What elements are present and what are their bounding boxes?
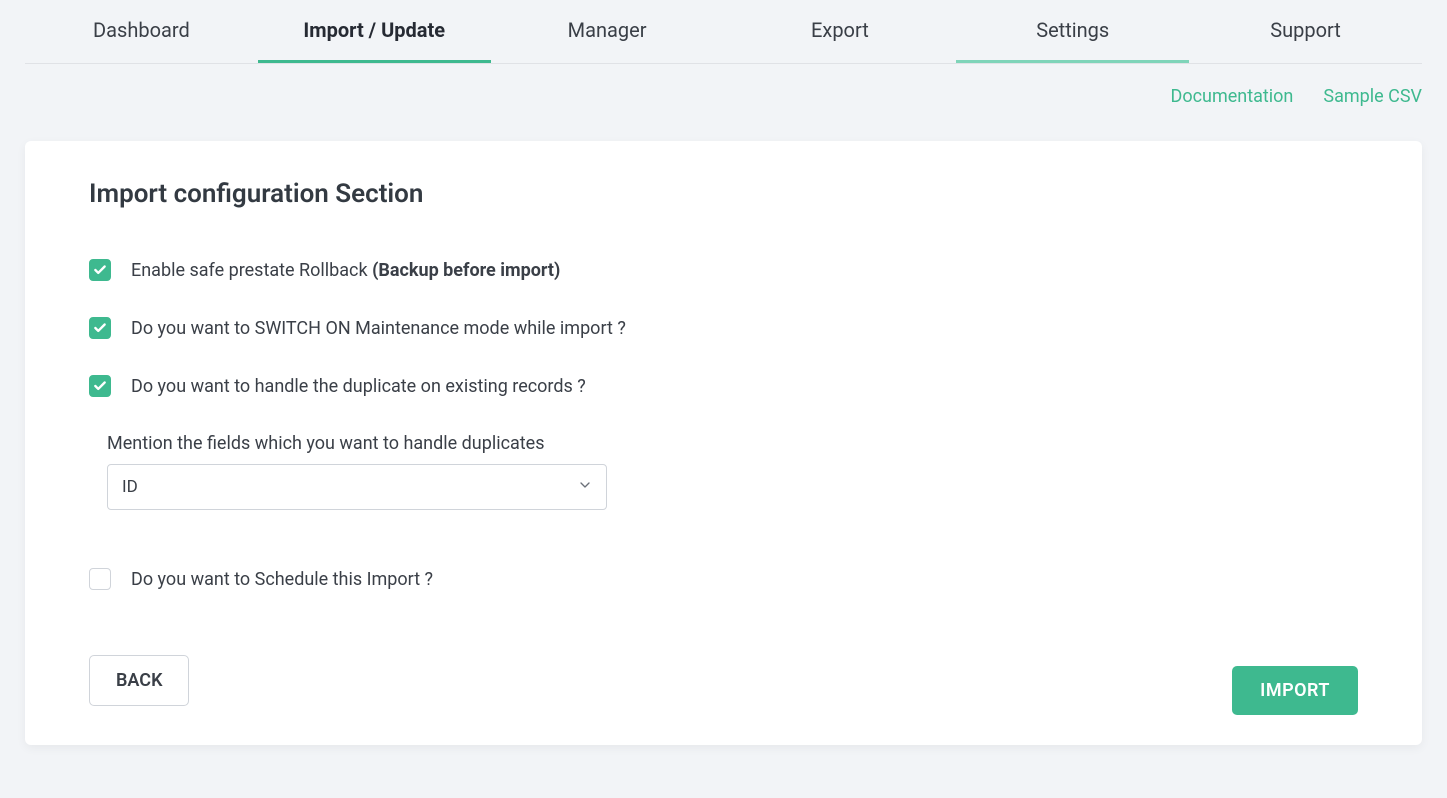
footer-row: BACK IMPORT — [89, 646, 1358, 715]
link-sample-csv[interactable]: Sample CSV — [1323, 86, 1422, 107]
checkbox-rollback[interactable] — [89, 259, 111, 281]
tab-support[interactable]: Support — [1189, 0, 1422, 63]
option-maintenance-row: Do you want to SWITCH ON Maintenance mod… — [89, 317, 1358, 339]
checkbox-maintenance[interactable] — [89, 317, 111, 339]
top-links-bar: Documentation Sample CSV — [25, 64, 1422, 107]
import-button[interactable]: IMPORT — [1232, 666, 1358, 715]
check-icon — [93, 379, 107, 393]
tab-manager[interactable]: Manager — [491, 0, 724, 63]
option-schedule-row: Do you want to Schedule this Import ? — [89, 568, 1358, 590]
label-schedule: Do you want to Schedule this Import ? — [131, 569, 433, 590]
tabs-nav: Dashboard Import / Update Manager Export… — [25, 0, 1422, 64]
panel-title: Import configuration Section — [89, 179, 1358, 209]
check-icon — [93, 263, 107, 277]
tab-import-update[interactable]: Import / Update — [258, 0, 491, 63]
option-rollback-row: Enable safe prestate Rollback (Backup be… — [89, 259, 1358, 281]
back-button[interactable]: BACK — [89, 655, 189, 706]
import-config-panel: Import configuration Section Enable safe… — [25, 141, 1422, 745]
option-duplicates-row: Do you want to handle the duplicate on e… — [89, 375, 1358, 397]
tab-dashboard[interactable]: Dashboard — [25, 0, 258, 63]
tab-export[interactable]: Export — [723, 0, 956, 63]
label-rollback-bold: (Backup before import) — [372, 260, 560, 281]
duplicate-field-select[interactable]: ID — [107, 464, 607, 510]
tab-settings[interactable]: Settings — [956, 0, 1189, 63]
check-icon — [93, 321, 107, 335]
link-documentation[interactable]: Documentation — [1171, 86, 1294, 107]
label-duplicates: Do you want to handle the duplicate on e… — [131, 376, 586, 397]
checkbox-duplicates[interactable] — [89, 375, 111, 397]
checkbox-schedule[interactable] — [89, 568, 111, 590]
label-rollback: Enable safe prestate Rollback (Backup be… — [131, 260, 560, 281]
label-rollback-text: Enable safe prestate Rollback — [131, 260, 372, 281]
label-maintenance: Do you want to SWITCH ON Maintenance mod… — [131, 318, 626, 339]
duplicate-field-block: Mention the fields which you want to han… — [107, 433, 1358, 510]
duplicate-field-select-wrap: ID — [107, 464, 607, 510]
duplicate-field-label: Mention the fields which you want to han… — [107, 433, 1358, 454]
